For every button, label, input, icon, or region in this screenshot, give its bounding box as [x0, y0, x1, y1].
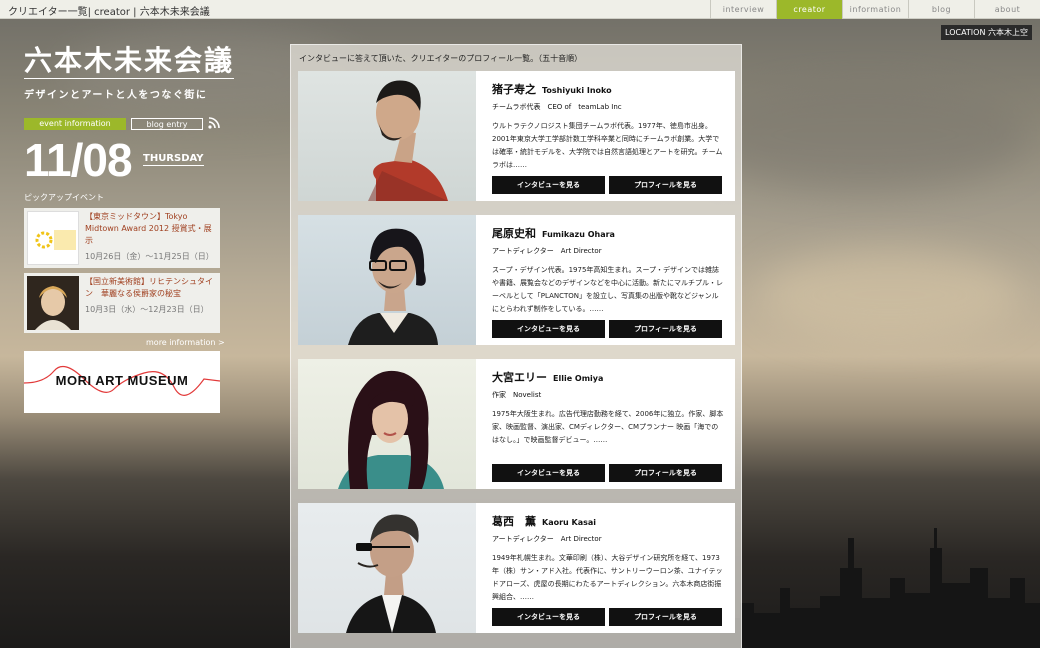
tab-blog-entry[interactable]: blog entry: [131, 118, 203, 130]
mori-art-museum-banner[interactable]: MORI ART MUSEUM: [24, 351, 220, 413]
creator-description: 1949年札幌生まれ。文華印刷（株）、大谷デザイン研究所を経て、1973年（株）…: [492, 554, 723, 601]
current-weekday: THURSDAY: [143, 153, 204, 166]
creator-card: 尾原史和 Fumikazu Ohara アートディレクター Art Directo…: [298, 215, 735, 345]
nav-information[interactable]: information: [842, 0, 908, 19]
creator-card: 葛西 薫 Kaoru Kasai アートディレクター Art Director 1…: [298, 503, 735, 633]
view-profile-button[interactable]: プロフィールを見る: [609, 608, 722, 626]
creator-description: 1975年大阪生まれ。広告代理店勤務を経て、2006年に独立。作家、脚本家、映画…: [492, 410, 724, 444]
sky-cloud: [700, 80, 1030, 190]
panel-intro: インタビューに答えて頂いた、クリエイターのプロフィール一覧。（五十音順）: [299, 54, 583, 63]
creator-role: アートディレクター Art Director: [492, 247, 602, 255]
creator-name-ja: 大宮エリー: [492, 371, 547, 384]
award-logo-icon: [28, 212, 78, 264]
creator-description: ウルトラテクノロジスト集団チームラボ代表。1977年、徳島市出身。2001年東京…: [492, 122, 723, 169]
creator-name-en: Toshiyuki Inoko: [542, 86, 612, 95]
creator-role: アートディレクター Art Director: [492, 535, 602, 543]
nav-blog[interactable]: blog: [908, 0, 974, 19]
nav-about[interactable]: about: [974, 0, 1040, 19]
breadcrumb: クリエイター一覧| creator | 六本木未来会議: [8, 3, 212, 18]
more-information-link[interactable]: more information >: [146, 338, 225, 347]
site-logo[interactable]: 六本木未来会議: [24, 44, 235, 79]
top-bar: クリエイター一覧| creator | 六本木未来会議 interview cr…: [0, 0, 1040, 19]
event-thumbnail: [27, 211, 79, 265]
creator-name-ja: 尾原史和: [492, 227, 536, 240]
view-profile-button[interactable]: プロフィールを見る: [609, 176, 722, 194]
creator-description: スープ・デザイン代表。1975年高知生まれ。スープ・デザインでは雑誌や書籍、展覧…: [492, 266, 723, 313]
view-interview-button[interactable]: インタビューを見る: [492, 320, 605, 338]
creator-role: チームラボ代表 CEO of teamLab Inc: [492, 103, 622, 111]
creator-role: 作家 Novelist: [492, 391, 542, 399]
pickup-heading: ピックアップイベント: [24, 193, 104, 202]
nav-creator[interactable]: creator: [776, 0, 842, 19]
creator-card: 猪子寿之 Toshiyuki Inoko チームラボ代表 CEO of teamL…: [298, 71, 735, 201]
event-period: 10月26日（金）〜11月25日（日）: [85, 252, 214, 261]
tab-event-information[interactable]: event information: [24, 118, 126, 130]
breadcrumb-text[interactable]: クリエイター一覧| creator | 六本木未来会議: [8, 7, 210, 18]
creator-name-en: Fumikazu Ohara: [542, 230, 615, 239]
creator-photo[interactable]: [298, 359, 476, 489]
site-tagline: デザインとアートと人をつなぐ街に: [24, 90, 208, 101]
view-interview-button[interactable]: インタビューを見る: [492, 176, 605, 194]
creator-name-en: Ellie Omiya: [553, 374, 604, 383]
creator-card: 大宮エリー Ellie Omiya 作家 Novelist 1975年大阪生まれ。…: [298, 359, 735, 489]
museum-name: MORI ART MUSEUM: [55, 373, 189, 388]
creator-name-ja: 葛西 薫: [492, 515, 536, 528]
event-title[interactable]: 【国立新美術館】リヒテンシュタイン 華麗なる侯爵家の秘宝: [85, 276, 217, 300]
view-profile-button[interactable]: プロフィールを見る: [609, 320, 722, 338]
city-skyline: [720, 528, 1040, 648]
event-card[interactable]: 【国立新美術館】リヒテンシュタイン 華麗なる侯爵家の秘宝 10月3日（水）〜12…: [24, 273, 220, 333]
event-period: 10月3日（水）〜12月23日（日）: [85, 305, 209, 314]
creator-photo[interactable]: [298, 71, 476, 201]
view-profile-button[interactable]: プロフィールを見る: [609, 464, 722, 482]
creator-photo[interactable]: [298, 215, 476, 345]
event-title[interactable]: 【東京ミッドタウン】Tokyo Midtown Award 2012 授賞式・展…: [85, 211, 217, 247]
sky-cloud: [760, 250, 1020, 340]
nav-interview[interactable]: interview: [710, 0, 776, 19]
creator-name-ja: 猪子寿之: [492, 83, 536, 96]
creator-list-panel: インタビューに答えて頂いた、クリエイターのプロフィール一覧。（五十音順） 猪子寿…: [290, 44, 742, 648]
creator-photo[interactable]: [298, 503, 476, 633]
portrait-painting-icon: [27, 276, 79, 330]
view-interview-button[interactable]: インタビューを見る: [492, 464, 605, 482]
event-card[interactable]: 【東京ミッドタウン】Tokyo Midtown Award 2012 授賞式・展…: [24, 208, 220, 268]
rss-icon[interactable]: [208, 117, 220, 129]
global-nav: interview creator information blog about: [710, 0, 1040, 19]
location-badge: LOCATION 六本木上空: [941, 25, 1032, 40]
creator-name-en: Kaoru Kasai: [542, 518, 597, 527]
current-date: 11/08: [24, 134, 133, 186]
event-thumbnail: [27, 276, 79, 330]
view-interview-button[interactable]: インタビューを見る: [492, 608, 605, 626]
